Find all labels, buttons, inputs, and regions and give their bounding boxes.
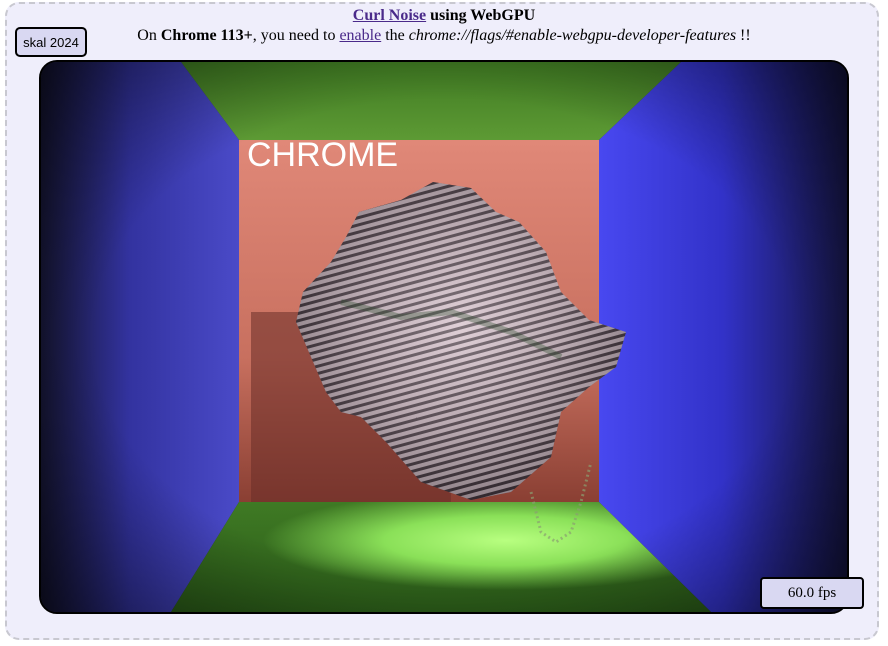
fps-counter: 60.0 fps xyxy=(760,577,864,609)
chrome-overlay-text: CHROME xyxy=(247,136,398,174)
curl-noise-link[interactable]: Curl Noise xyxy=(353,7,426,24)
flag-path: chrome://flags/#enable-webgpu-developer-… xyxy=(408,27,737,44)
subtitle-suffix: !! xyxy=(736,27,751,44)
enable-link[interactable]: enable xyxy=(339,27,381,44)
subtitle-mid: , you need to xyxy=(252,27,340,44)
page-subtitle: On Chrome 113+, you need to enable the c… xyxy=(0,27,888,45)
browser-version: Chrome 113+ xyxy=(160,27,253,44)
author-badge: skal 2024 xyxy=(15,27,87,57)
subtitle-the: the xyxy=(381,27,409,44)
render-scene: CHROME xyxy=(41,62,847,612)
page-title: Curl Noise using WebGPU xyxy=(0,7,888,25)
subtitle-prefix: On xyxy=(137,27,161,44)
vignette xyxy=(41,62,847,612)
webgpu-canvas[interactable]: CHROME xyxy=(39,60,849,614)
title-suffix: using WebGPU xyxy=(426,7,536,24)
